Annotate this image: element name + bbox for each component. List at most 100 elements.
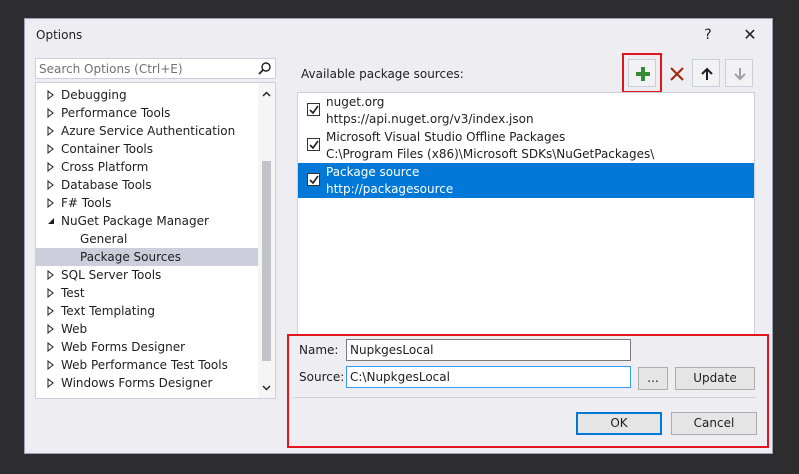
tree-item-label: Web Forms Designer bbox=[61, 340, 186, 354]
name-input[interactable] bbox=[347, 340, 630, 360]
tree-item[interactable]: Web bbox=[36, 320, 258, 338]
checkmark-icon bbox=[309, 140, 319, 150]
tree-item[interactable]: NuGet Package Manager bbox=[36, 212, 258, 230]
tree-item[interactable]: Azure Service Authentication bbox=[36, 122, 258, 140]
expand-arrow-icon[interactable] bbox=[46, 338, 56, 356]
tree-item[interactable]: Database Tools bbox=[36, 176, 258, 194]
search-options-box[interactable] bbox=[35, 58, 276, 79]
tree-item-label: NuGet Package Manager bbox=[61, 214, 209, 228]
source-input[interactable] bbox=[347, 367, 630, 387]
checkmark-icon bbox=[309, 175, 319, 185]
plus-icon bbox=[636, 67, 650, 81]
tree-item-label: Web bbox=[61, 322, 88, 336]
add-source-button[interactable] bbox=[628, 59, 656, 87]
source-enabled-checkbox[interactable] bbox=[307, 138, 320, 151]
tree-item[interactable]: Windows Forms Designer bbox=[36, 374, 258, 392]
expand-arrow-icon[interactable] bbox=[46, 158, 56, 176]
collapse-arrow-icon[interactable] bbox=[46, 212, 56, 230]
options-tree: Debugging Performance Tools Azure Service … bbox=[35, 82, 276, 399]
tree-item-label: Cross Platform bbox=[61, 160, 149, 174]
remove-source-button[interactable] bbox=[662, 59, 690, 87]
checkmark-icon bbox=[309, 105, 319, 115]
tree-item[interactable]: Cross Platform bbox=[36, 158, 258, 176]
tree-item-label: Database Tools bbox=[61, 178, 152, 192]
package-source-list: nuget.org https://api.nuget.org/v3/index.… bbox=[297, 92, 755, 335]
tree-scrollbar[interactable] bbox=[258, 83, 275, 398]
cancel-button[interactable]: Cancel bbox=[671, 412, 757, 435]
source-url: https://api.nuget.org/v3/index.json bbox=[326, 112, 534, 126]
expand-arrow-icon[interactable] bbox=[46, 266, 56, 284]
tree-item[interactable]: Test bbox=[36, 284, 258, 302]
tree-item-label: Windows Forms Designer bbox=[61, 376, 213, 390]
tree-item[interactable]: General bbox=[36, 230, 258, 248]
tree-item[interactable]: Debugging bbox=[36, 86, 258, 104]
move-up-button[interactable] bbox=[692, 59, 720, 87]
expand-arrow-icon[interactable] bbox=[46, 356, 56, 374]
package-source-item[interactable]: Microsoft Visual Studio Offline Packages… bbox=[298, 128, 754, 163]
scroll-up-icon[interactable] bbox=[261, 89, 272, 100]
tree-item-label: Azure Service Authentication bbox=[61, 124, 236, 138]
browse-button[interactable]: ... bbox=[638, 367, 668, 390]
tree-item[interactable]: F# Tools bbox=[36, 194, 258, 212]
move-down-button[interactable] bbox=[725, 59, 753, 87]
source-enabled-checkbox[interactable] bbox=[307, 103, 320, 116]
arrow-down-icon bbox=[734, 68, 746, 81]
expand-arrow-icon[interactable] bbox=[46, 176, 56, 194]
tree-item-label: Web Performance Test Tools bbox=[61, 358, 228, 372]
source-field[interactable] bbox=[346, 366, 631, 388]
tree-item-label: Performance Tools bbox=[61, 106, 171, 120]
tree-item[interactable]: Package Sources bbox=[36, 248, 258, 266]
expand-arrow-icon[interactable] bbox=[46, 104, 56, 122]
arrow-up-icon bbox=[701, 67, 713, 80]
source-name: Microsoft Visual Studio Offline Packages bbox=[326, 130, 566, 144]
tree-item[interactable]: Performance Tools bbox=[36, 104, 258, 122]
expand-arrow-icon[interactable] bbox=[46, 320, 56, 338]
available-sources-heading: Available package sources: bbox=[301, 67, 464, 81]
scroll-thumb[interactable] bbox=[262, 161, 271, 361]
ok-button[interactable]: OK bbox=[576, 412, 662, 435]
expand-arrow-icon[interactable] bbox=[46, 122, 56, 140]
source-label-text: Source: bbox=[299, 370, 345, 384]
package-source-item[interactable]: nuget.org https://api.nuget.org/v3/index.… bbox=[298, 93, 754, 128]
tree-item[interactable]: Text Templating bbox=[36, 302, 258, 320]
expand-arrow-icon[interactable] bbox=[46, 140, 56, 158]
expand-arrow-icon[interactable] bbox=[46, 302, 56, 320]
expand-arrow-icon[interactable] bbox=[46, 194, 56, 212]
source-enabled-checkbox[interactable] bbox=[307, 173, 320, 186]
close-button[interactable]: ✕ bbox=[737, 24, 763, 46]
source-name: nuget.org bbox=[326, 95, 385, 109]
tree-item[interactable]: Web Forms Designer bbox=[36, 338, 258, 356]
tree-item-label: F# Tools bbox=[61, 196, 112, 210]
tree-item-label: Debugging bbox=[61, 88, 127, 102]
tree-item-label: Test bbox=[61, 286, 85, 300]
tree-item-label: Container Tools bbox=[61, 142, 154, 156]
package-source-item[interactable]: Package source http://packagesource bbox=[298, 163, 754, 198]
search-input[interactable] bbox=[39, 60, 249, 77]
tree-item-label: Text Templating bbox=[61, 304, 156, 318]
source-label: Source: bbox=[299, 370, 344, 384]
expand-arrow-icon[interactable] bbox=[46, 284, 56, 302]
update-button[interactable]: Update bbox=[675, 367, 755, 390]
expand-arrow-icon[interactable] bbox=[46, 86, 56, 104]
tree-item[interactable]: SQL Server Tools bbox=[36, 266, 258, 284]
search-icon[interactable] bbox=[257, 61, 272, 76]
name-field[interactable] bbox=[346, 339, 631, 361]
tree-item-label: General bbox=[80, 232, 128, 246]
name-label: Name: bbox=[299, 343, 338, 357]
tree-item-label: Package Sources bbox=[80, 250, 182, 264]
tree-item[interactable]: Container Tools bbox=[36, 140, 258, 158]
scroll-down-icon[interactable] bbox=[261, 382, 272, 393]
source-name: Package source bbox=[326, 165, 420, 179]
name-label-text: Name: bbox=[299, 343, 339, 357]
tree-item[interactable]: Web Performance Test Tools bbox=[36, 356, 258, 374]
tree-items: Debugging Performance Tools Azure Service … bbox=[36, 86, 258, 392]
source-url: http://packagesource bbox=[326, 182, 454, 196]
remove-x-icon bbox=[670, 67, 684, 81]
source-url: C:\Program Files (x86)\Microsoft SDKs\Nu… bbox=[326, 147, 655, 161]
title-bar: Options ? ✕ bbox=[25, 19, 772, 51]
expand-arrow-icon[interactable] bbox=[46, 374, 56, 392]
help-button[interactable]: ? bbox=[695, 24, 721, 46]
tree-item-label: SQL Server Tools bbox=[61, 268, 162, 282]
dialog-title: Options bbox=[36, 28, 83, 42]
footer-separator bbox=[294, 397, 756, 398]
